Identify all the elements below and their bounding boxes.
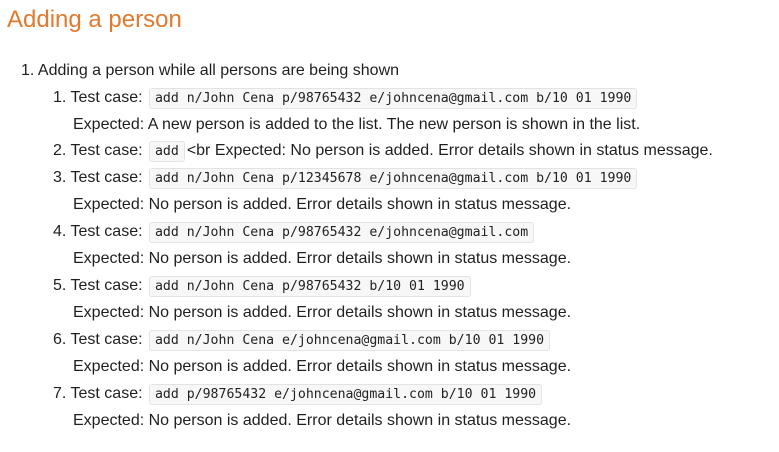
- test-case-label: Test case:: [70, 169, 143, 186]
- test-case-line: 1. Test case: add n/John Cena p/98765432…: [53, 85, 639, 112]
- test-case-number: 2.: [53, 142, 67, 159]
- command-code: add n/John Cena e/johncena@gmail.com b/1…: [148, 330, 551, 351]
- command-code: add n/John Cena p/98765432 b/10 01 1990: [148, 276, 471, 297]
- test-case-line: 7. Test case: add p/98765432 e/johncena@…: [53, 381, 544, 408]
- test-case-number: 5.: [53, 277, 67, 294]
- expected-result: Expected: No person is added. Error deta…: [73, 196, 572, 213]
- test-case-number: 6.: [53, 331, 67, 348]
- test-case-number: 1.: [53, 89, 67, 106]
- command-code: add n/John Cena p/98765432 e/johncena@gm…: [148, 222, 535, 243]
- test-case-label: Test case:: [70, 277, 143, 294]
- test-case-line: 6. Test case: add n/John Cena e/johncena…: [53, 327, 552, 354]
- test-case-number: 7.: [53, 385, 67, 402]
- outer-list-item: 1. Adding a person while all persons are…: [21, 62, 400, 79]
- trailing-text: <br Expected: No person is added. Error …: [186, 142, 713, 159]
- expected-result: Expected: No person is added. Error deta…: [73, 304, 572, 321]
- expected-result: Expected: A new person is added to the l…: [73, 116, 641, 133]
- expected-result: Expected: No person is added. Error deta…: [73, 358, 572, 375]
- test-case-label: Test case:: [70, 223, 143, 240]
- command-code: add: [148, 141, 185, 162]
- test-case-line: 4. Test case: add n/John Cena p/98765432…: [53, 219, 536, 246]
- command-code: add n/John Cena p/98765432 e/johncena@gm…: [148, 88, 638, 109]
- command-code: add p/98765432 e/johncena@gmail.com b/10…: [148, 384, 543, 405]
- test-case-line: 2. Test case: add <br Expected: No person…: [53, 138, 713, 165]
- command-code: add n/John Cena p/12345678 e/johncena@gm…: [148, 168, 638, 189]
- test-case-label: Test case:: [70, 331, 143, 348]
- test-case-line: 5. Test case: add n/John Cena p/98765432…: [53, 273, 473, 300]
- test-case-number: 4.: [53, 223, 67, 240]
- expected-result: Expected: No person is added. Error deta…: [73, 250, 572, 267]
- test-case-number: 3.: [53, 169, 67, 186]
- section-title: Adding a person: [7, 6, 182, 33]
- test-case-label: Test case:: [70, 385, 143, 402]
- test-case-label: Test case:: [70, 142, 143, 159]
- test-case-line: 3. Test case: add n/John Cena p/12345678…: [53, 165, 639, 192]
- test-case-label: Test case:: [70, 89, 143, 106]
- expected-result: Expected: No person is added. Error deta…: [73, 412, 572, 429]
